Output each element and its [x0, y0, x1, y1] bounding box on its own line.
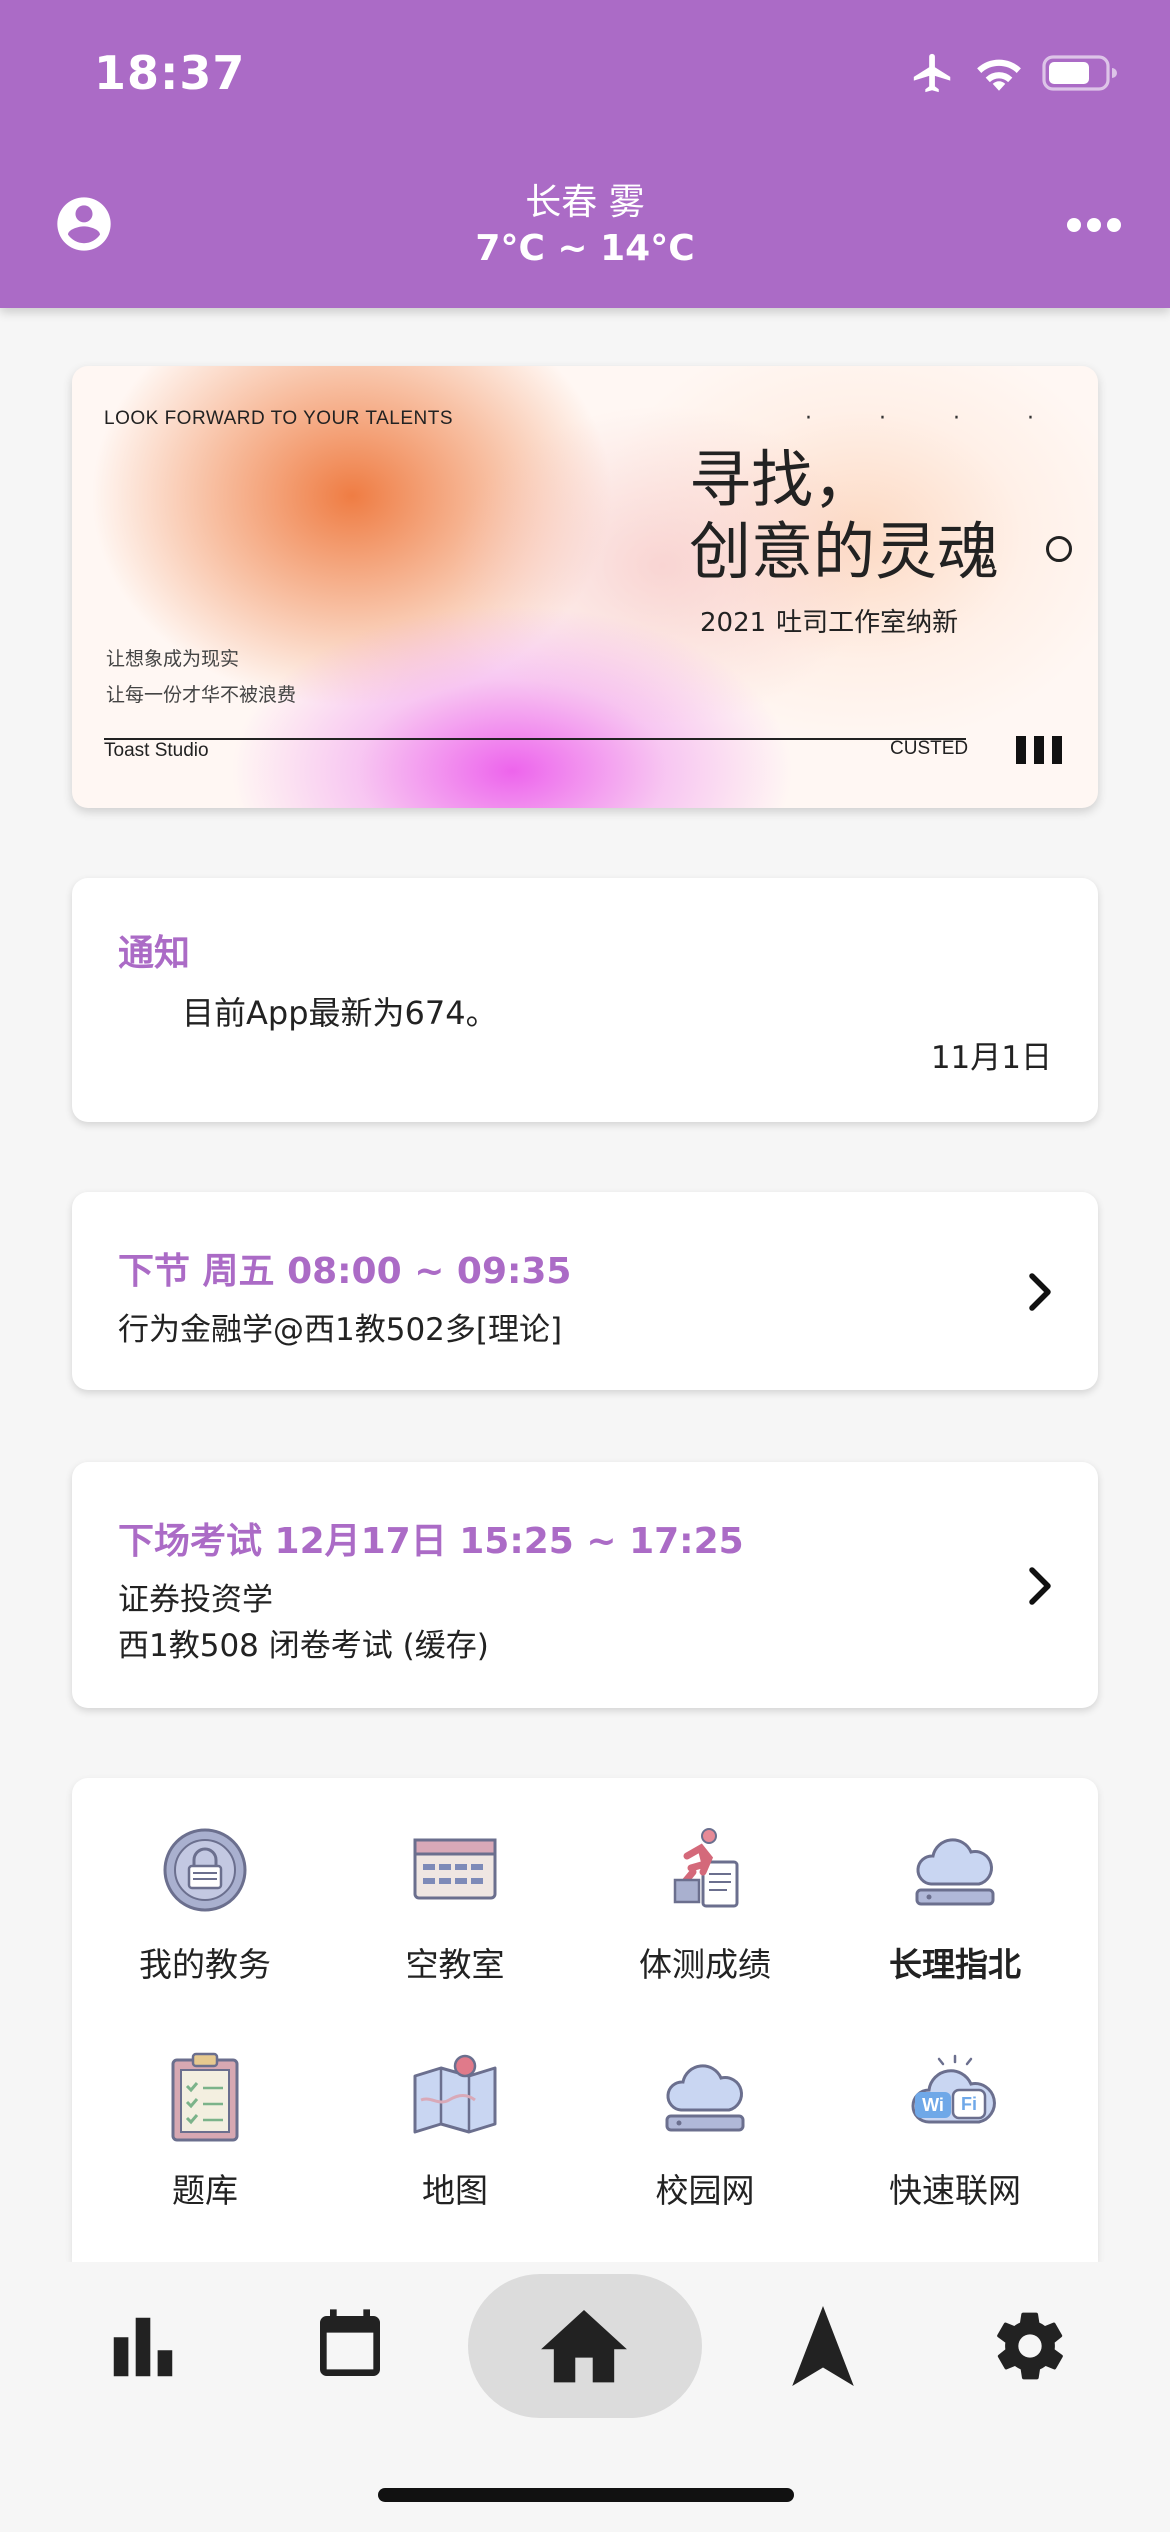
- battery-icon: [1042, 55, 1117, 91]
- home-icon[interactable]: [540, 2306, 628, 2386]
- cloud-server-icon: [915, 1838, 995, 1906]
- grid-label: 空教室: [405, 1945, 505, 1984]
- notice-date: 11月1日: [930, 1040, 1052, 1076]
- banner-headline-line1: 寻找，: [689, 443, 876, 516]
- banner-headline-line2: 创意的灵魂: [689, 515, 1000, 588]
- grid-label: 题库: [172, 2171, 238, 2210]
- calendar-icon[interactable]: [310, 2306, 390, 2386]
- next-exam-title: 下场考试 12月17日 15:25 ~ 17:25: [118, 1521, 744, 1562]
- stats-icon[interactable]: [104, 2308, 182, 2386]
- grid-label: 体测成绩: [639, 1945, 771, 1984]
- app-bar: 18:37 长春 雾 7°C ~ 14°C: [0, 0, 1170, 308]
- more-icon[interactable]: [1066, 200, 1122, 250]
- feature-grid: 我的教务 空教室 体测成绩 长理指北 题库 地图 校园网 Wi Fi 快速联网: [72, 1778, 1098, 2262]
- grid-item-quick-connect[interactable]: Wi Fi 快速联网: [830, 2048, 1080, 2212]
- banner-org: CUSTED: [890, 738, 969, 759]
- banner-dots: · · · ·: [805, 406, 1064, 431]
- recruitment-banner[interactable]: LOOK FORWARD TO YOUR TALENTS · · · · 寻找，…: [72, 366, 1098, 808]
- notice-title: 通知: [118, 933, 191, 974]
- classroom-icon: [413, 1838, 497, 1900]
- grid-label: 地图: [422, 2171, 488, 2210]
- next-class-title: 下节 周五 08:00 ~ 09:35: [118, 1251, 572, 1292]
- banner-year-line: 2021 吐司工作室纳新: [700, 602, 958, 639]
- svg-text:Wi: Wi: [922, 2095, 944, 2115]
- banner-tagline: LOOK FORWARD TO YOUR TALENTS: [104, 408, 454, 429]
- banner-divider: [104, 738, 966, 740]
- svg-text:Fi: Fi: [961, 2094, 977, 2114]
- banner-year: 2021: [700, 608, 767, 638]
- banner-bars-mark: [1016, 736, 1062, 764]
- status-icons: [910, 50, 1118, 96]
- weather-title: 长春 雾 7°C ~ 14°C: [0, 180, 1170, 272]
- grid-label: 我的教务: [139, 1945, 271, 1984]
- grid-label: 长理指北: [889, 1945, 1021, 1984]
- settings-icon[interactable]: [990, 2306, 1070, 2386]
- banner-studio: Toast Studio: [104, 740, 209, 761]
- grid-item-question-bank[interactable]: 题库: [80, 2048, 330, 2212]
- running-report-icon: [673, 1828, 739, 1908]
- banner-subtitle-2: 让每一份才华不被浪费: [106, 684, 297, 706]
- grid-label: 校园网: [655, 2171, 755, 2210]
- home-indicator: [378, 2488, 794, 2502]
- chevron-right-icon: [1029, 1567, 1051, 1605]
- grid-item-guide[interactable]: 长理指北: [830, 1822, 1080, 1986]
- status-time: 18:37: [94, 46, 246, 100]
- next-class-detail: 行为金融学@西1教502多[理论]: [118, 1312, 563, 1348]
- wifi-icon: [977, 59, 1021, 91]
- grid-item-map[interactable]: 地图: [330, 2048, 580, 2212]
- grid-label: 快速联网: [889, 2171, 1021, 2210]
- banner-recruit: 吐司工作室纳新: [776, 608, 959, 638]
- airplane-mode-icon: [913, 53, 951, 93]
- chevron-right-icon: [1029, 1273, 1051, 1311]
- grid-item-campus-network[interactable]: 校园网: [580, 2048, 830, 2212]
- next-exam-detail: 西1教508 闭卷考试 (缓存): [118, 1628, 489, 1664]
- city-weather: 长春 雾: [525, 182, 645, 223]
- navigation-icon[interactable]: [792, 2306, 854, 2386]
- grid-item-academic[interactable]: 我的教务: [80, 1822, 330, 1986]
- map-icon: [413, 2054, 497, 2134]
- temperature-range: 7°C ~ 14°C: [475, 228, 695, 269]
- grid-item-fitness-score[interactable]: 体测成绩: [580, 1822, 830, 1986]
- wifi-cloud-icon: Wi Fi: [911, 2054, 996, 2124]
- academic-lock-icon: [163, 1828, 247, 1912]
- grid-item-empty-classroom[interactable]: 空教室: [330, 1822, 580, 1986]
- next-exam-card[interactable]: 下场考试 12月17日 15:25 ~ 17:25 证券投资学 西1教508 闭…: [72, 1462, 1098, 1708]
- banner-circle-mark: [1046, 536, 1072, 562]
- banner-headline: 寻找， 创意的灵魂: [689, 444, 999, 588]
- next-class-card[interactable]: 下节 周五 08:00 ~ 09:35 行为金融学@西1教502多[理论]: [72, 1192, 1098, 1390]
- cloud-network-icon: [665, 2064, 745, 2132]
- next-exam-course: 证券投资学: [118, 1582, 273, 1618]
- notice-card[interactable]: 通知 目前App最新为674。 11月1日: [72, 878, 1098, 1122]
- banner-subtitle-1: 让想象成为现实: [106, 648, 240, 670]
- notice-body: 目前App最新为674。: [182, 994, 498, 1032]
- clipboard-icon: [171, 2052, 239, 2142]
